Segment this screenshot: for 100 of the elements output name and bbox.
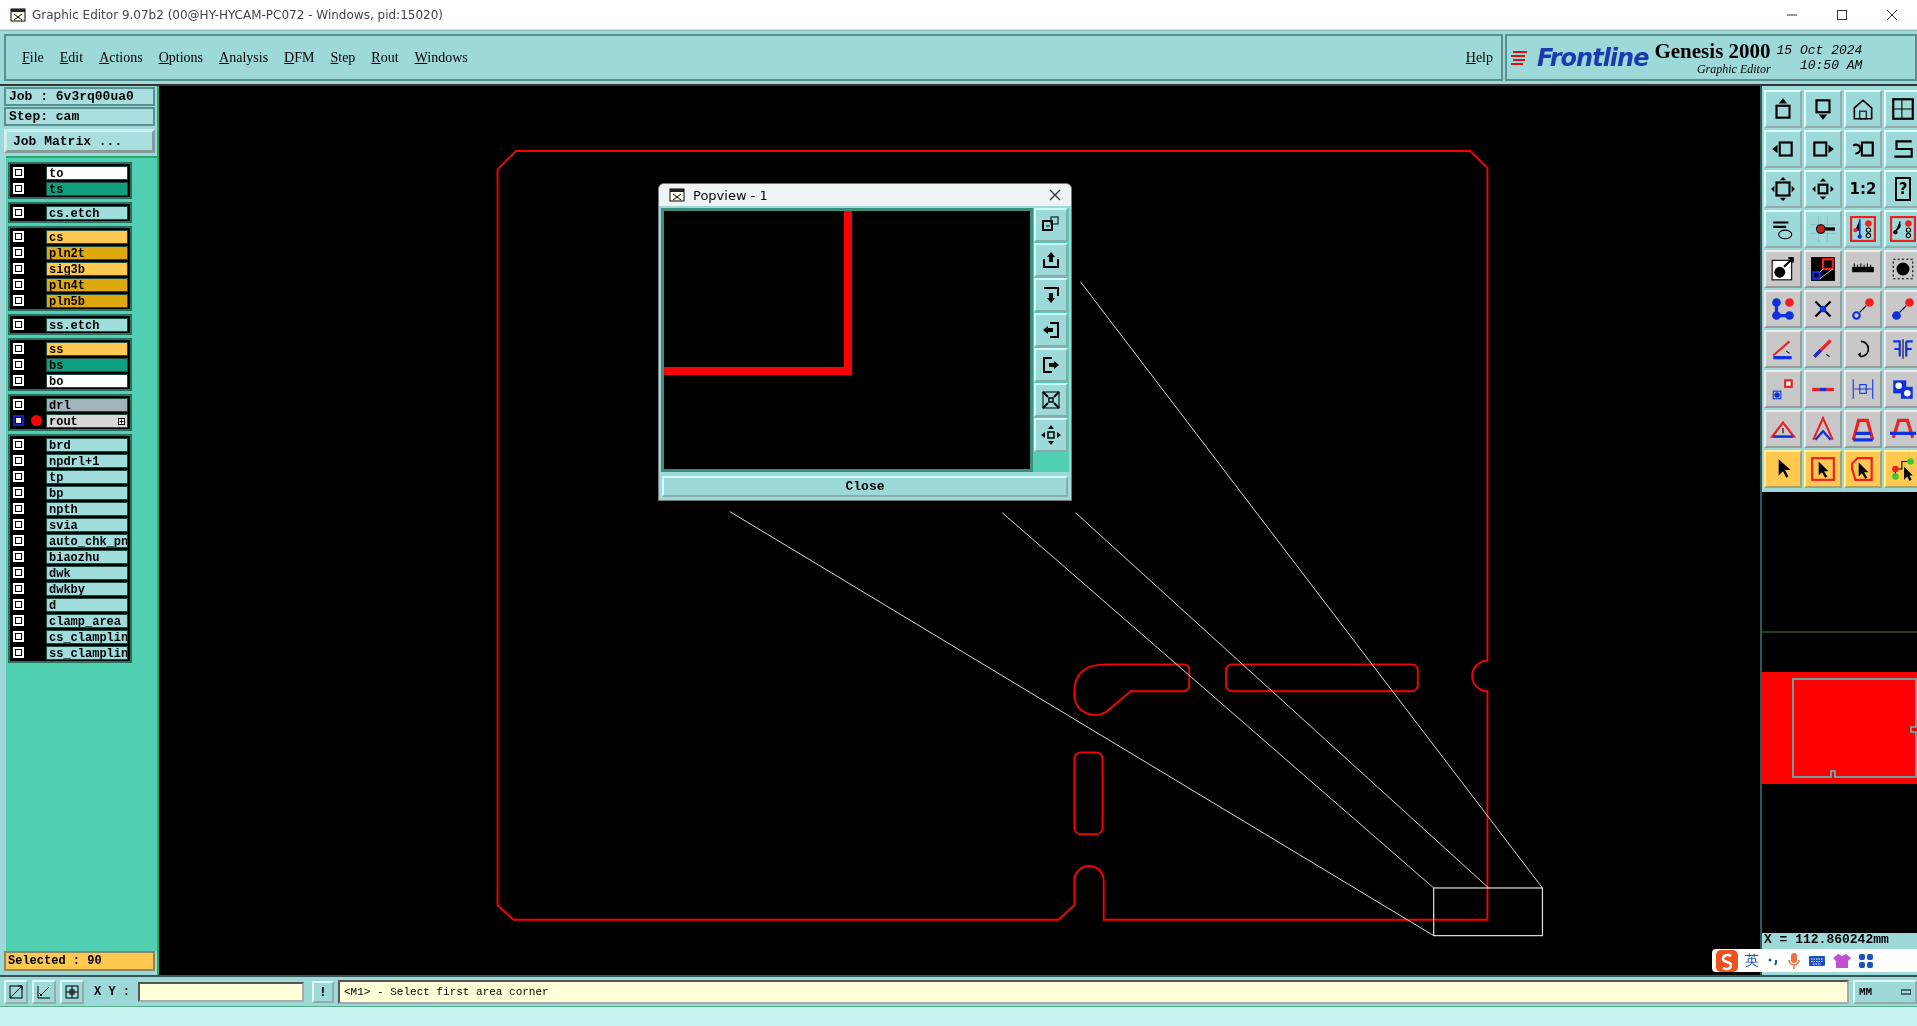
layer-name[interactable]: cs.etch xyxy=(46,205,128,220)
layer-name[interactable]: d xyxy=(46,597,128,612)
dot-arrow-button[interactable] xyxy=(1884,290,1917,328)
layer-name[interactable]: pln4t xyxy=(46,277,128,292)
layer-name[interactable]: svia xyxy=(46,517,128,532)
toolbar-button[interactable]: 1:2 xyxy=(1844,170,1882,208)
undo-box-button[interactable] xyxy=(1844,130,1882,168)
layer-name[interactable]: dwkby xyxy=(46,581,128,596)
layer-name[interactable]: ss xyxy=(46,341,128,356)
layer-name[interactable]: cs_clamplin xyxy=(46,629,128,644)
units-dropdown[interactable]: MM xyxy=(1853,979,1917,1004)
shirt-icon[interactable] xyxy=(1833,952,1851,969)
zoom-in-button[interactable] xyxy=(1034,383,1068,417)
arrow-left-button[interactable] xyxy=(1034,313,1068,347)
layer-name[interactable]: bp xyxy=(46,485,128,500)
layer-name[interactable]: pln5b xyxy=(46,293,128,308)
layer-name[interactable]: dwk xyxy=(46,565,128,580)
menu-item[interactable]: Options xyxy=(150,47,212,68)
toolbar-button[interactable]: ? xyxy=(1884,170,1917,208)
line-arrow-button[interactable] xyxy=(1804,330,1842,368)
dashed-pad-button[interactable] xyxy=(1884,250,1917,288)
angle-button[interactable] xyxy=(1764,330,1802,368)
layer-name[interactable]: bs xyxy=(46,357,128,372)
box-arrow-left-button[interactable] xyxy=(1764,130,1802,168)
layer-name[interactable]: cs xyxy=(46,229,128,244)
arrow-right-button[interactable] xyxy=(1034,348,1068,382)
menu-item[interactable]: Rout xyxy=(363,47,407,68)
width-measure-button[interactable] xyxy=(1844,370,1882,408)
pad-arrow-button[interactable] xyxy=(1764,250,1802,288)
shrink-button[interactable] xyxy=(1804,170,1842,208)
keyboard-icon[interactable] xyxy=(1808,953,1826,968)
layer-name[interactable]: ss.etch xyxy=(46,317,128,332)
snap-grid-button[interactable] xyxy=(60,979,84,1004)
peak-button[interactable] xyxy=(1804,410,1842,448)
s-path-button[interactable] xyxy=(1884,130,1917,168)
circuit-button[interactable] xyxy=(1844,210,1882,248)
arrow-down-button[interactable] xyxy=(1034,278,1068,312)
menu-item[interactable]: DFM xyxy=(276,47,323,68)
square-arrow-button[interactable] xyxy=(1764,370,1802,408)
layer-name[interactable]: npth xyxy=(46,501,128,516)
probe-button[interactable] xyxy=(1804,210,1842,248)
window-grid-button[interactable] xyxy=(1884,90,1917,128)
circuit-button[interactable] xyxy=(1884,210,1917,248)
coordinate-field[interactable] xyxy=(138,981,304,1002)
menu-item[interactable]: File xyxy=(14,47,52,68)
layer-name[interactable]: drl xyxy=(46,397,128,412)
box-arrow-up-button[interactable] xyxy=(1764,90,1802,128)
layer-name[interactable]: sig3b xyxy=(46,261,128,276)
layer-name[interactable]: biaozhu xyxy=(46,549,128,564)
job-matrix-button[interactable]: Job Matrix ... xyxy=(4,129,155,153)
cross-button[interactable] xyxy=(1804,290,1842,328)
house-button[interactable] xyxy=(1844,90,1882,128)
measure-button[interactable] xyxy=(32,979,56,1004)
menu-item[interactable]: Windows xyxy=(406,47,476,68)
pointer-path-button[interactable] xyxy=(1884,450,1917,488)
layer-name[interactable]: auto_chk_pn xyxy=(46,533,128,548)
apps-icon[interactable] xyxy=(1858,952,1874,969)
layer-name[interactable]: pln2t xyxy=(46,245,128,260)
expand-button[interactable] xyxy=(1764,170,1802,208)
ime-language[interactable]: 英 xyxy=(1745,951,1759,970)
line-button[interactable] xyxy=(1804,370,1842,408)
pointer-button[interactable] xyxy=(1764,450,1802,488)
menu-item[interactable]: Edit xyxy=(51,47,92,68)
layer-name[interactable]: bo xyxy=(46,373,128,388)
maximize-icon[interactable] xyxy=(1836,8,1848,21)
layer-name[interactable]: ss_clamplin xyxy=(46,645,128,660)
connected-dots-button[interactable] xyxy=(1764,290,1802,328)
zoom-box-button[interactable] xyxy=(4,979,28,1004)
layer-name[interactable]: ts xyxy=(46,181,128,196)
mirror-button[interactable] xyxy=(1884,330,1917,368)
tools-button[interactable] xyxy=(1764,210,1802,248)
box-arrow-right-button[interactable] xyxy=(1804,130,1842,168)
ruler-button[interactable] xyxy=(1844,250,1882,288)
dot-arrow-button[interactable] xyxy=(1844,290,1882,328)
help-menu[interactable]: Help xyxy=(1457,47,1501,68)
close-icon[interactable] xyxy=(1886,8,1898,21)
arch-button[interactable] xyxy=(1884,410,1917,448)
box-arrow-down-button[interactable] xyxy=(1804,90,1842,128)
layer-selector[interactable] xyxy=(13,415,24,426)
triangle-button[interactable] xyxy=(1764,410,1802,448)
pointer-box-button[interactable] xyxy=(1804,450,1842,488)
microphone-icon[interactable] xyxy=(1787,951,1801,970)
layer-name[interactable]: brd xyxy=(46,437,128,452)
layer-name[interactable]: to xyxy=(46,165,128,180)
layer-name[interactable]: tp xyxy=(46,469,128,484)
hint-button[interactable]: ! xyxy=(312,980,334,1003)
close-icon[interactable] xyxy=(1049,189,1061,201)
menu-item[interactable]: Analysis xyxy=(211,47,277,68)
curve-arrow-button[interactable] xyxy=(1844,330,1882,368)
close-button[interactable]: Close xyxy=(662,476,1068,497)
arch-button[interactable] xyxy=(1844,410,1882,448)
layer-name[interactable]: clamp_area xyxy=(46,613,128,628)
zoom-out-button[interactable] xyxy=(1034,418,1068,452)
menu-item[interactable]: Step xyxy=(322,47,364,68)
shapes-button[interactable] xyxy=(1884,370,1917,408)
arrow-up-button[interactable] xyxy=(1034,243,1068,277)
pad-diagonal-button[interactable] xyxy=(1804,250,1842,288)
pointer-polygon-button[interactable] xyxy=(1844,450,1882,488)
layer-name[interactable]: rout xyxy=(46,413,128,428)
restore-button[interactable] xyxy=(1034,208,1068,242)
